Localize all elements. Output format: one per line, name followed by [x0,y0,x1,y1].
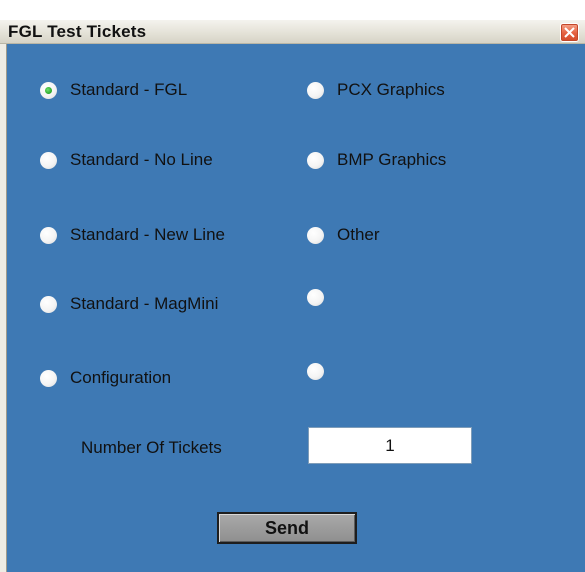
radio-button-icon [40,226,57,244]
radio-pcx-graphics[interactable]: PCX Graphics [307,79,445,101]
number-of-tickets-input[interactable] [308,427,472,464]
radio-unlabeled-2[interactable] [307,360,337,382]
radio-button-icon [307,362,324,380]
radio-button-icon [40,151,57,169]
radio-selected-dot [45,86,52,94]
radio-label: Standard - FGL [70,80,188,99]
radio-other[interactable]: Other [307,224,380,246]
radio-label: Standard - MagMini [70,294,219,313]
radio-label: Standard - New Line [70,225,225,244]
fgl-test-tickets-window: FGL Test Tickets Standard - FGL Standard… [0,0,585,572]
window-left-border [0,44,7,572]
number-of-tickets-label: Number Of Tickets [81,438,222,457]
close-button[interactable] [560,23,579,42]
window-title: FGL Test Tickets [8,22,147,41]
radio-button-icon [40,369,57,387]
radio-standard-fgl[interactable]: Standard - FGL [40,79,187,101]
radio-button-icon [307,81,324,99]
radio-standard-magmini[interactable]: Standard - MagMini [40,293,218,315]
radio-button-icon [307,226,324,244]
radio-button-icon [307,288,324,306]
radio-button-icon [307,151,324,169]
radio-label: Other [337,225,380,244]
radio-bmp-graphics[interactable]: BMP Graphics [307,149,446,171]
radio-label: Configuration [70,368,172,387]
radio-label: PCX Graphics [337,80,445,99]
radio-configuration[interactable]: Configuration [40,367,171,389]
radio-standard-no-line[interactable]: Standard - No Line [40,149,213,171]
radio-button-icon [40,81,57,99]
close-icon [564,27,575,38]
send-button[interactable]: Send [217,512,357,544]
radio-label: BMP Graphics [337,150,447,169]
radio-standard-new-line[interactable]: Standard - New Line [40,224,225,246]
title-bar[interactable]: FGL Test Tickets [0,20,585,44]
radio-label: Standard - No Line [70,150,213,169]
radio-unlabeled-1[interactable] [307,286,337,308]
radio-button-icon [40,295,57,313]
